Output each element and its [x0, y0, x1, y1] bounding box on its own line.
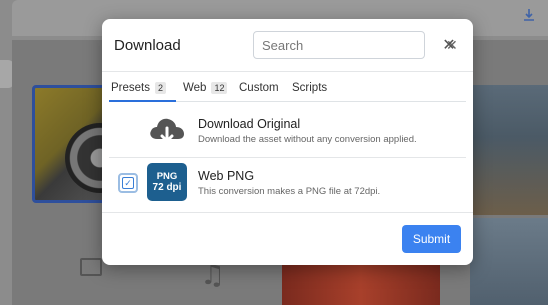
submit-button[interactable]: Submit [402, 225, 461, 253]
asset-thumbnail-city [470, 85, 548, 215]
png-format-icon: PNG 72 dpi [147, 163, 187, 201]
download-icon [524, 9, 534, 21]
check-icon: ✓ [122, 177, 134, 189]
search-input[interactable] [254, 32, 446, 58]
option-web-png[interactable]: ✓ PNG 72 dpi Web PNG This conversion mak… [102, 163, 473, 205]
tab-custom[interactable]: Custom [239, 82, 279, 94]
png-icon-dpi: 72 dpi [152, 181, 182, 193]
option-download-original[interactable]: Download Original Download the asset wit… [102, 111, 473, 153]
count-badge: 2 [155, 82, 167, 94]
divider [102, 212, 473, 213]
divider [102, 71, 473, 72]
count-badge: 12 [211, 82, 228, 94]
tab-label: Web [183, 82, 207, 94]
divider [109, 157, 466, 158]
png-icon-label: PNG [156, 170, 178, 182]
download-dialog: Download ✕ ✕ Presets 2 Web 12 Custom Scr… [102, 19, 473, 265]
asset-thumbnail-red [282, 262, 440, 305]
option-title: Download Original [198, 117, 301, 131]
dialog-title: Download [114, 37, 181, 54]
tab-presets[interactable]: Presets 2 [111, 82, 167, 94]
search-box: ✕ [253, 31, 458, 59]
option-description: Download the asset without any conversio… [198, 134, 417, 145]
option-title: Web PNG [198, 169, 255, 183]
tab-bar: Presets 2 Web 12 Custom Scripts [109, 79, 466, 102]
option-description: This conversion makes a PNG file at 72dp… [198, 186, 381, 197]
active-tab-indicator [109, 100, 176, 102]
cloud-download-icon [150, 118, 184, 143]
asset-thumbnail-city-2 [470, 218, 548, 305]
tab-web[interactable]: Web 12 [183, 82, 228, 94]
web-png-checkbox[interactable]: ✓ [118, 173, 138, 193]
image-placeholder-icon [80, 258, 102, 276]
tab-label: Custom [239, 82, 279, 94]
tab-label: Presets [111, 82, 150, 94]
tab-label: Scripts [292, 82, 328, 94]
tab-scripts[interactable]: Scripts [292, 82, 327, 94]
close-dialog-button[interactable]: ✕ [440, 36, 458, 54]
